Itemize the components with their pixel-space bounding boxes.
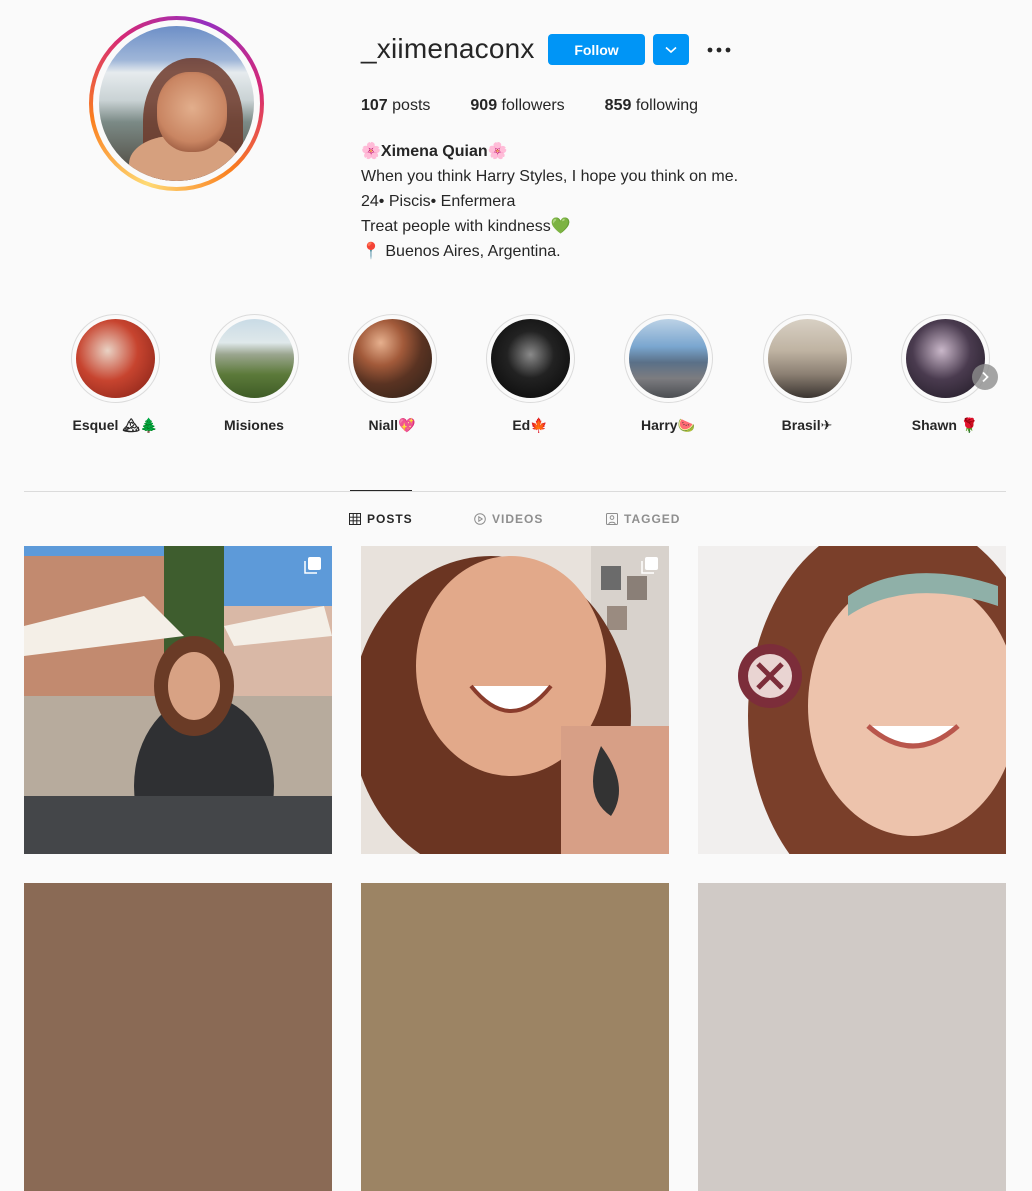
highlight-brasil[interactable]: Brasil✈ <box>757 314 857 434</box>
post-thumbnail[interactable] <box>698 883 1006 1191</box>
bio-line: 24• Piscis• Enfermera <box>361 193 516 210</box>
bio-line: When you think Harry Styles, I hope you … <box>361 168 739 185</box>
chevron-down-icon <box>665 46 677 53</box>
chevron-right-icon <box>982 371 989 383</box>
profile-full-name: 🌸Ximena Quian🌸 <box>361 143 508 160</box>
highlight-misiones[interactable]: Misiones <box>204 314 304 433</box>
profile-bio: 🌸Ximena Quian🌸 When you think Harry Styl… <box>361 139 738 264</box>
post-photo <box>24 546 332 854</box>
post-photo <box>24 883 332 1191</box>
suggested-dropdown-button[interactable] <box>653 34 689 65</box>
tabs-divider <box>24 491 1006 492</box>
avatar-photo <box>99 26 254 181</box>
ellipsis-icon <box>707 47 731 53</box>
highlights-next-button[interactable] <box>972 364 998 390</box>
multiple-photos-icon <box>641 557 658 574</box>
post-thumbnail[interactable] <box>698 546 1006 854</box>
posts-count: 107 posts <box>361 97 431 114</box>
post-thumbnail[interactable] <box>24 546 332 854</box>
followers-link[interactable]: 909 followers <box>470 97 564 115</box>
post-photo <box>361 883 669 1191</box>
bio-line: Treat people with kindness💚 <box>361 218 571 235</box>
following-link[interactable]: 859 following <box>605 97 698 115</box>
post-thumbnail[interactable] <box>361 883 669 1191</box>
tab-posts[interactable]: POSTS <box>349 512 413 526</box>
tab-videos[interactable]: VIDEOS <box>474 512 543 526</box>
post-thumbnail[interactable] <box>361 546 669 854</box>
follow-button[interactable]: Follow <box>548 34 645 65</box>
highlight-ed[interactable]: Ed🍁 <box>480 314 580 434</box>
highlight-esquel[interactable]: Esquel 🏔🌲 <box>65 314 165 434</box>
tab-tagged[interactable]: TAGGED <box>606 512 680 526</box>
profile-username: _xiimenaconx <box>361 33 535 64</box>
active-tab-indicator <box>350 490 412 491</box>
highlight-harry[interactable]: Harry🍉 <box>618 314 718 434</box>
more-options-button[interactable] <box>706 40 732 60</box>
post-photo <box>698 883 1006 1191</box>
tag-person-icon <box>606 513 618 525</box>
highlight-niall[interactable]: Niall💖 <box>342 314 442 434</box>
play-circle-icon <box>474 513 486 525</box>
multiple-photos-icon <box>304 557 321 574</box>
post-photo <box>361 546 669 854</box>
profile-stats: 107 posts 909 followers 859 following <box>361 97 738 115</box>
grid-icon <box>349 513 361 525</box>
bio-line: 📍 Buenos Aires, Argentina. <box>361 243 561 260</box>
profile-avatar[interactable] <box>89 16 264 191</box>
post-photo <box>698 546 1006 854</box>
post-thumbnail[interactable] <box>24 883 332 1191</box>
